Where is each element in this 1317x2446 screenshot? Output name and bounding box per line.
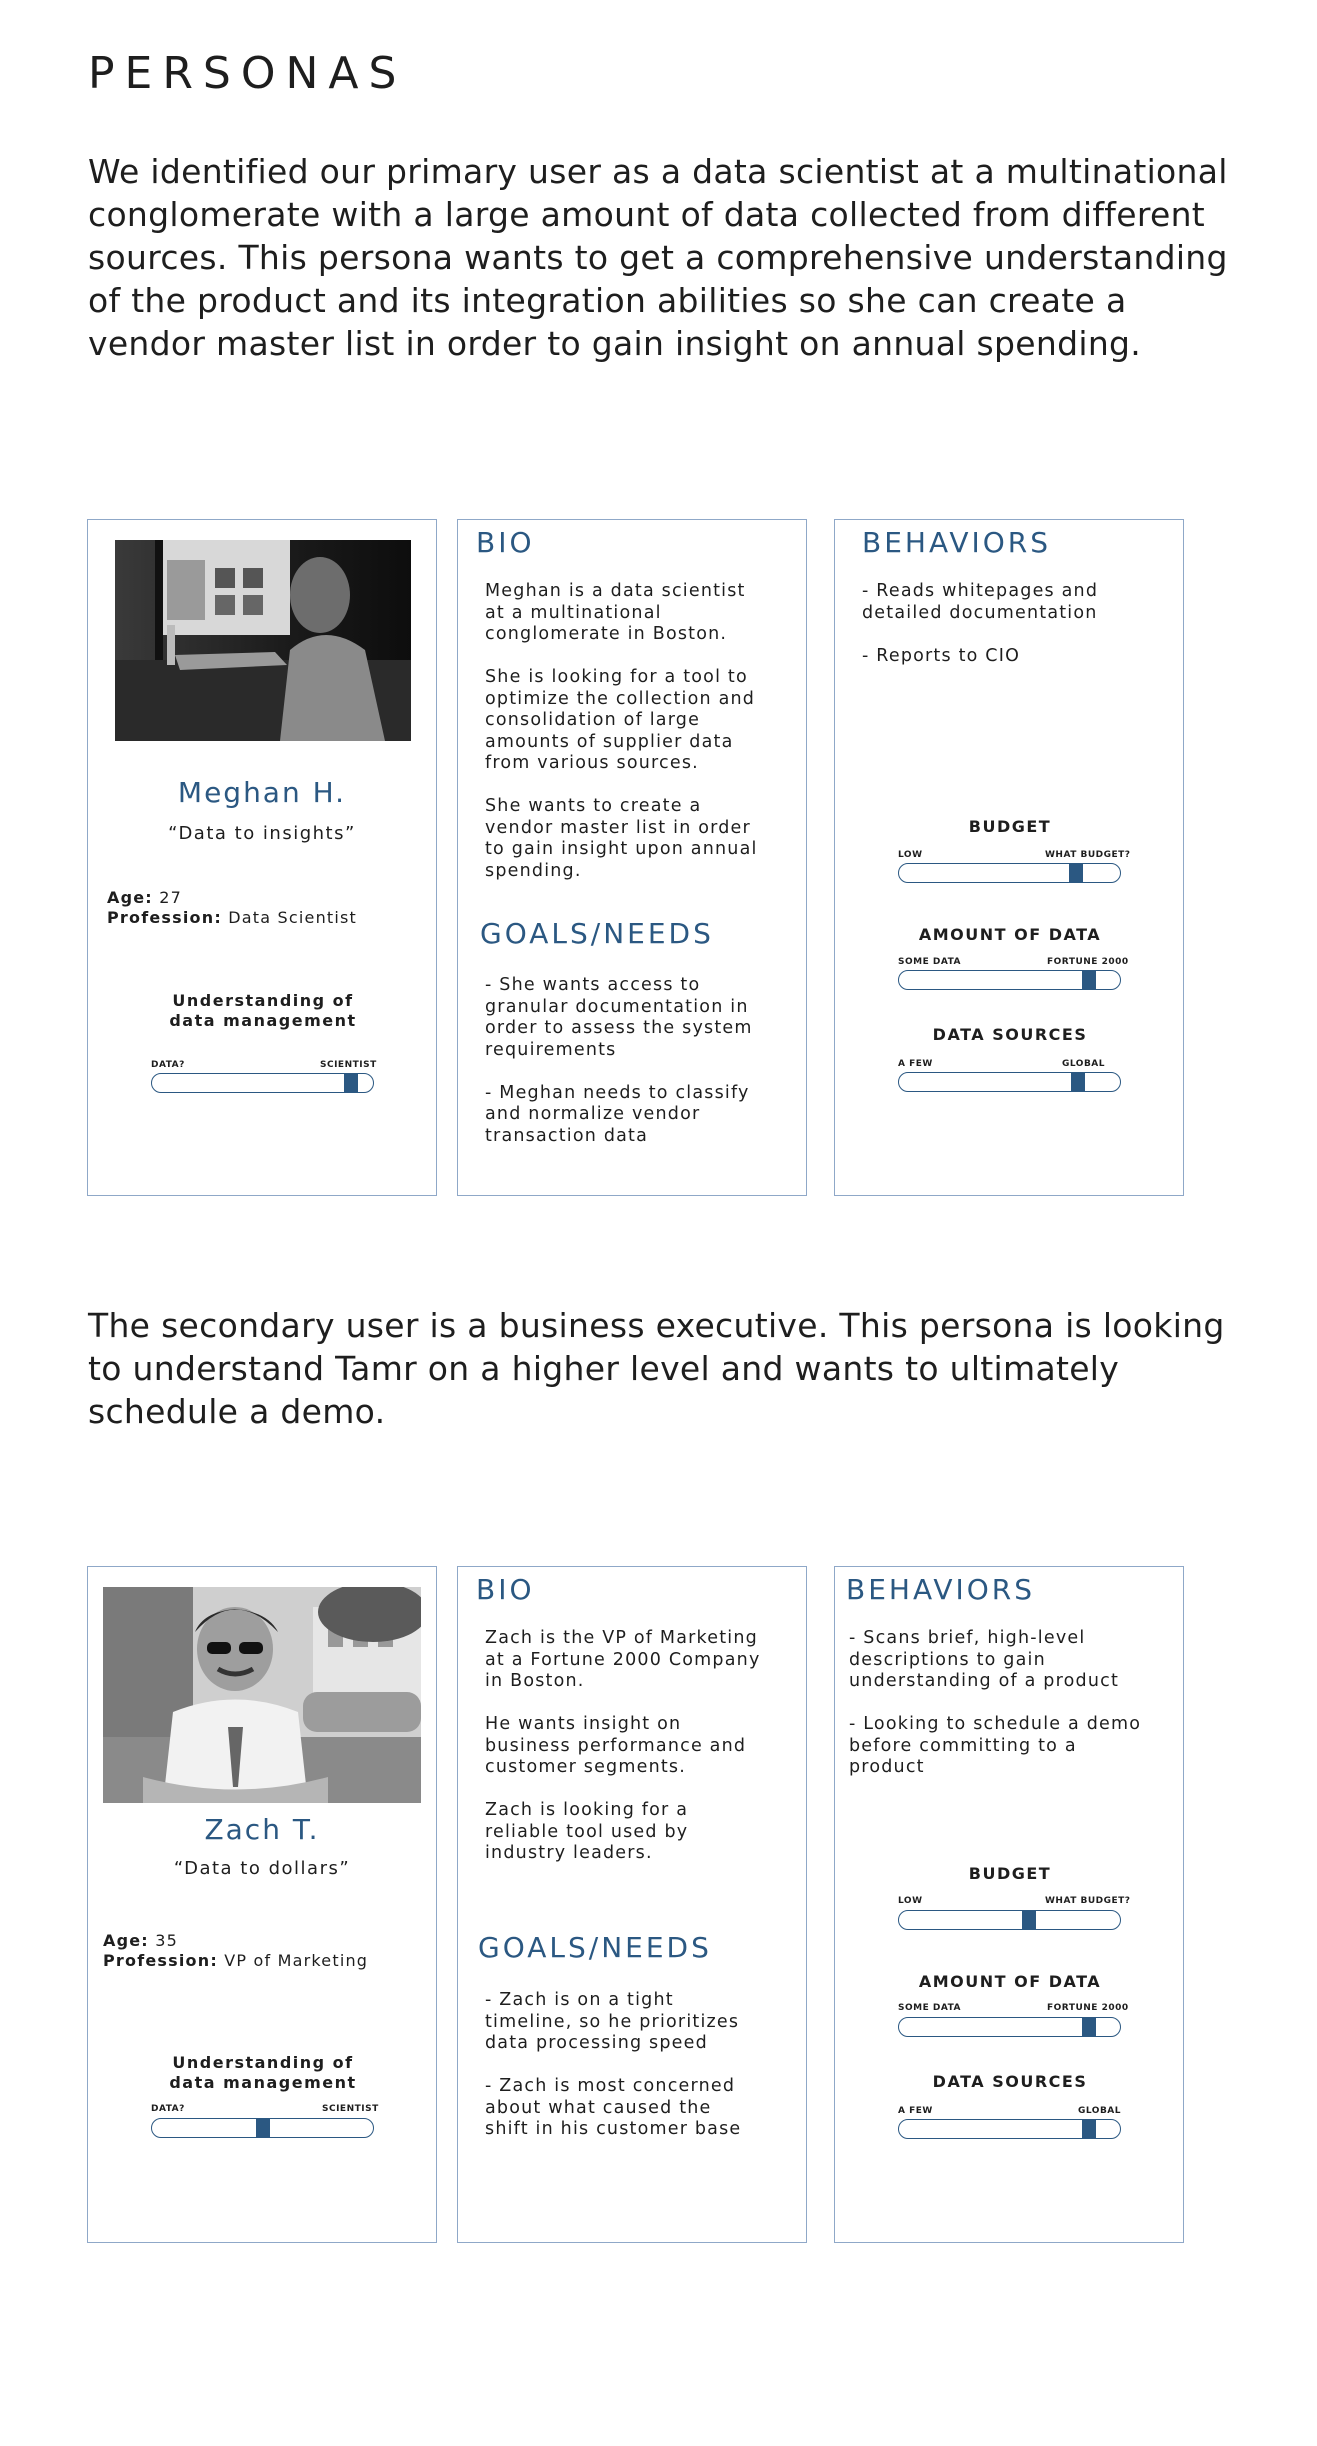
goals-heading: GOALS/NEEDS <box>478 1931 712 1964</box>
behaviors-card: BEHAVIORS - Scans brief, high-level desc… <box>834 1566 1184 2243</box>
amount-of-data-label: AMOUNT OF DATA <box>918 1972 1102 1991</box>
persona-profession: Profession: Data Scientist <box>107 908 357 928</box>
budget-marker <box>1069 863 1083 883</box>
understanding-marker <box>256 2118 270 2138</box>
bio-text: Zach is the VP of Marketing at a Fortune… <box>485 1628 761 1863</box>
budget-scale <box>898 863 1121 883</box>
amount-of-data-scale <box>898 970 1121 990</box>
page-title: PERSONAS <box>88 48 407 99</box>
budget-label: BUDGET <box>968 1864 1052 1883</box>
budget-low-label: LOW <box>898 850 923 860</box>
amount-of-data-high-label: FORTUNE 2000 <box>1047 957 1129 967</box>
secondary-persona-intro: The secondary user is a business executi… <box>88 1306 1225 1431</box>
profession-value: Data Scientist <box>228 908 358 927</box>
behaviors-text: - Reads whitepages and detailed document… <box>862 581 1099 666</box>
budget-high-label: WHAT BUDGET? <box>1045 1896 1131 1906</box>
persona-profile-card: Zach T. “Data to dollars” Age: 35 Profes… <box>87 1566 437 2243</box>
understanding-low-label: DATA? <box>151 2104 185 2114</box>
persona-profession: Profession: VP of Marketing <box>103 1951 368 1971</box>
persona-photo <box>103 1587 421 1803</box>
data-sources-label: DATA SOURCES <box>932 2072 1088 2091</box>
persona-age: Age: 35 <box>103 1931 178 1951</box>
persona-quote: “Data to insights” <box>168 823 356 844</box>
persona-name: Zach T. <box>204 1813 320 1846</box>
primary-persona-intro: We identified our primary user as a data… <box>88 152 1228 363</box>
budget-high-label: WHAT BUDGET? <box>1045 850 1131 860</box>
amount-of-data-marker <box>1082 970 1096 990</box>
behaviors-heading: BEHAVIORS <box>846 1573 1035 1606</box>
bio-heading: BIO <box>476 1573 535 1606</box>
data-sources-high-label: GLOBAL <box>1062 1059 1106 1069</box>
understanding-scale <box>151 1073 374 1093</box>
persona-photo <box>115 540 411 741</box>
goals-heading: GOALS/NEEDS <box>480 917 714 950</box>
understanding-marker <box>344 1073 358 1093</box>
bio-text: Meghan is a data scientist at a multinat… <box>485 581 758 881</box>
behaviors-card: BEHAVIORS - Reads whitepages and detaile… <box>834 519 1184 1196</box>
data-sources-low-label: A FEW <box>898 2106 933 2116</box>
age-label: Age: <box>103 1931 149 1950</box>
understanding-label: Understanding of data management <box>169 991 357 1030</box>
age-value: 35 <box>155 1931 178 1950</box>
behaviors-heading: BEHAVIORS <box>862 526 1051 559</box>
budget-scale <box>898 1910 1121 1930</box>
bio-card: BIO Zach is the VP of Marketing at a For… <box>457 1566 807 2243</box>
profession-label: Profession: <box>107 908 222 927</box>
budget-low-label: LOW <box>898 1896 923 1906</box>
profession-value: VP of Marketing <box>224 1951 369 1970</box>
profession-label: Profession: <box>103 1951 218 1970</box>
data-sources-marker <box>1082 2119 1096 2139</box>
persona-name: Meghan H. <box>177 776 347 809</box>
amount-of-data-low-label: SOME DATA <box>898 957 962 967</box>
bio-heading: BIO <box>476 526 535 559</box>
persona-age: Age: 27 <box>107 888 182 908</box>
data-sources-scale <box>898 2119 1121 2139</box>
data-sources-marker <box>1071 1072 1085 1092</box>
bio-card: BIO Meghan is a data scientist at a mult… <box>457 519 807 1196</box>
understanding-high-label: SCIENTIST <box>322 2104 379 2114</box>
age-label: Age: <box>107 888 153 907</box>
amount-of-data-scale <box>898 2017 1121 2037</box>
amount-of-data-label: AMOUNT OF DATA <box>918 925 1102 944</box>
age-value: 27 <box>159 888 182 907</box>
budget-marker <box>1022 1910 1036 1930</box>
data-sources-high-label: GLOBAL <box>1078 2106 1122 2116</box>
amount-of-data-low-label: SOME DATA <box>898 2003 962 2013</box>
understanding-label: Understanding of data management <box>169 2053 357 2092</box>
goals-text: - Zach is on a tight timeline, so he pri… <box>485 1990 742 2139</box>
amount-of-data-high-label: FORTUNE 2000 <box>1047 2003 1129 2013</box>
budget-label: BUDGET <box>968 817 1052 836</box>
goals-text: - She wants access to granular documenta… <box>485 975 753 1146</box>
data-sources-scale <box>898 1072 1121 1092</box>
data-sources-label: DATA SOURCES <box>932 1025 1088 1044</box>
amount-of-data-marker <box>1082 2017 1096 2037</box>
persona-profile-card: Meghan H. “Data to insights” Age: 27 Pro… <box>87 519 437 1196</box>
data-sources-low-label: A FEW <box>898 1059 933 1069</box>
persona-quote: “Data to dollars” <box>173 1858 351 1879</box>
understanding-low-label: DATA? <box>151 1060 185 1070</box>
understanding-high-label: SCIENTIST <box>320 1060 377 1070</box>
understanding-scale <box>151 2118 374 2138</box>
behaviors-text: - Scans brief, high-level descriptions t… <box>849 1628 1142 1777</box>
